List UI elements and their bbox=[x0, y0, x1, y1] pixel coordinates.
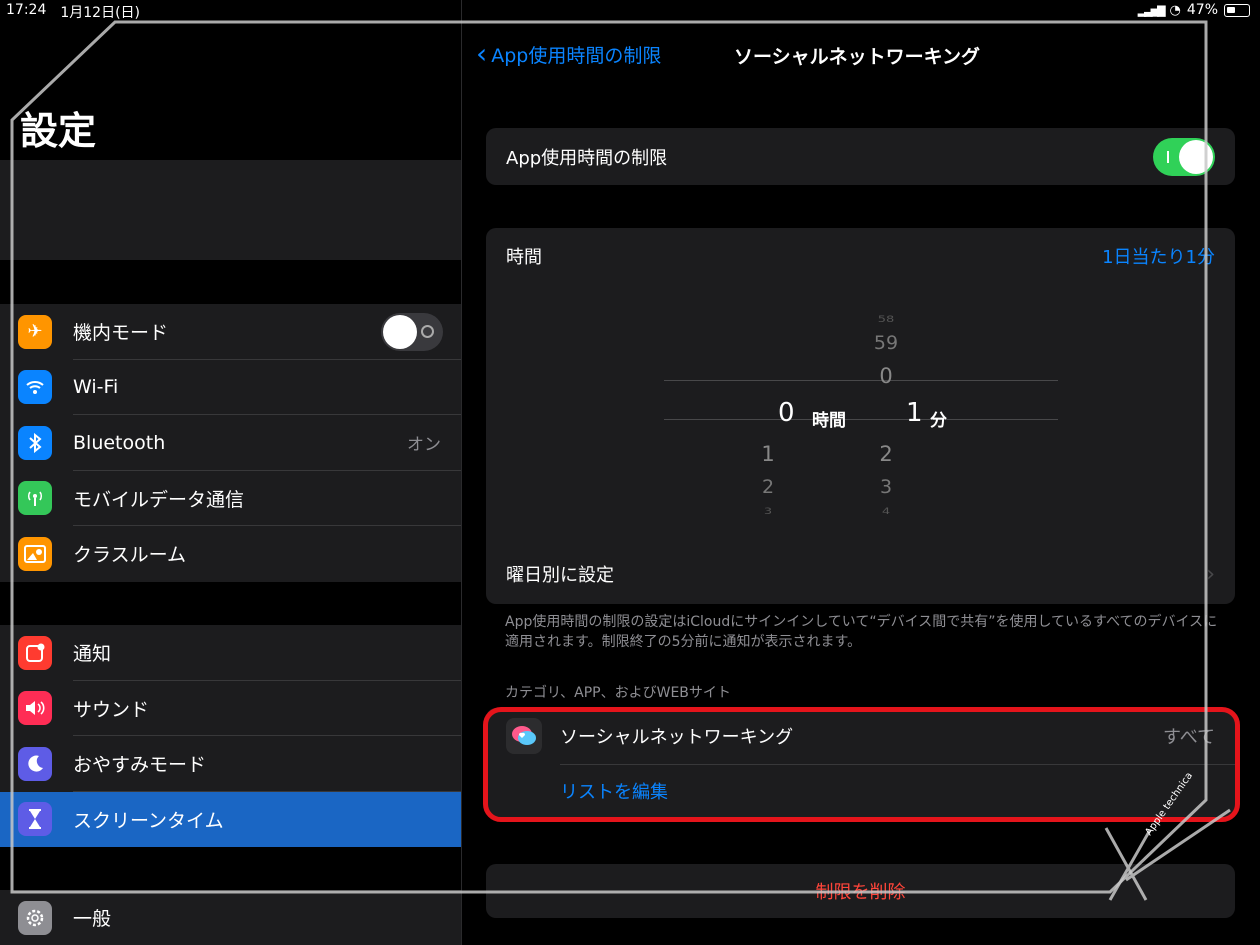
picker-hour-option: 3 bbox=[763, 506, 773, 517]
sidebar-item-sound[interactable]: サウンド bbox=[0, 681, 461, 737]
sidebar-item-label: 機内モード bbox=[73, 322, 169, 345]
picker-selection-band bbox=[664, 380, 1058, 420]
limit-label: App使用時間の制限 bbox=[506, 147, 668, 169]
moon-icon bbox=[18, 746, 52, 781]
battery-percent: 47% bbox=[1186, 2, 1218, 18]
sidebar-item-airplane[interactable]: ✈ 機内モード bbox=[0, 304, 461, 360]
page-title: ソーシャルネットワーキング bbox=[734, 46, 981, 68]
sidebar-item-cellular[interactable]: モバイルデータ通信 bbox=[0, 471, 461, 527]
sidebar-item-screen-time[interactable]: スクリーンタイム bbox=[0, 791, 461, 847]
sidebar-item-label: スクリーンタイム bbox=[73, 809, 224, 832]
sidebar-item-label: おやすみモード bbox=[73, 754, 207, 777]
gear-icon bbox=[18, 900, 52, 935]
time-row[interactable]: 時間 1日当たり1分 bbox=[486, 228, 1235, 284]
classroom-icon bbox=[18, 536, 52, 571]
chevron-left-icon: ‹ bbox=[476, 37, 488, 70]
status-time: 17:24 bbox=[6, 2, 47, 18]
sidebar-item-label: 一般 bbox=[73, 908, 112, 931]
picker-minute-option: 59 bbox=[873, 332, 899, 354]
picker-hours-selected: 0 bbox=[778, 398, 795, 428]
airplane-icon: ✈ bbox=[18, 314, 52, 349]
notification-icon bbox=[18, 635, 52, 670]
picker-hour-option: 1 bbox=[761, 442, 775, 466]
sidebar-group-connectivity: ✈ 機内モード Wi-Fi Bluetooth オン モバイルデータ通信 クラス… bbox=[0, 304, 461, 582]
back-label: App使用時間の制限 bbox=[491, 44, 662, 67]
weekday-row[interactable]: 曜日別に設定 › bbox=[486, 544, 1235, 604]
sidebar-item-label: Wi-Fi bbox=[73, 376, 119, 399]
picker-minute-option: 0 bbox=[879, 364, 893, 388]
airplane-toggle[interactable] bbox=[381, 312, 443, 351]
section-header: カテゴリ、APP、およびWEBサイト bbox=[505, 685, 731, 701]
hourglass-icon bbox=[18, 802, 52, 837]
sidebar-item-label: モバイルデータ通信 bbox=[73, 488, 245, 511]
signal-icon: ▂▃▅▇ bbox=[1137, 3, 1166, 17]
sidebar-group-notifications: 通知 サウンド おやすみモード スクリーンタイム bbox=[0, 625, 461, 847]
picker-minute-option: 58 bbox=[877, 314, 895, 325]
status-bar: 17:24 1月12日(日) ▂▃▅▇ ◔ 47% bbox=[0, 0, 1260, 22]
time-card: 時間 1日当たり1分 58 59 0 0 時間 1 分 1 2 3 2 3 4 … bbox=[486, 228, 1235, 604]
status-date: 1月12日(日) bbox=[60, 5, 141, 21]
picker-minute-option: 3 bbox=[879, 476, 893, 498]
picker-minute-option: 4 bbox=[881, 506, 891, 517]
picker-minutes-selected: 1 bbox=[906, 398, 923, 428]
antenna-icon bbox=[18, 481, 52, 516]
limit-toggle-card: App使用時間の制限 bbox=[486, 128, 1235, 185]
sidebar-item-general[interactable]: 一般 bbox=[0, 890, 461, 945]
sidebar-item-bluetooth[interactable]: Bluetooth オン bbox=[0, 415, 461, 471]
profile-card[interactable] bbox=[0, 160, 461, 260]
back-button[interactable]: ‹ App使用時間の制限 bbox=[476, 40, 661, 68]
sidebar-title: 設定 bbox=[20, 109, 97, 153]
wifi-status-icon: ◔ bbox=[1169, 2, 1181, 18]
time-picker[interactable]: 58 59 0 0 時間 1 分 1 2 3 2 3 4 bbox=[486, 284, 1235, 544]
sidebar-item-wifi[interactable]: Wi-Fi bbox=[0, 360, 461, 416]
picker-hours-unit: 時間 bbox=[812, 411, 846, 431]
sidebar: 設定 ✈ 機内モード Wi-Fi Bluetooth オン モバイルデータ通信 bbox=[0, 0, 461, 945]
time-value: 1日当たり1分 bbox=[1102, 247, 1215, 268]
wifi-icon bbox=[18, 370, 52, 405]
delete-limit-label: 制限を削除 bbox=[815, 882, 906, 903]
footnote: App使用時間の制限の設定はiCloudにサインインしていて“デバイス間で共有”… bbox=[505, 614, 1218, 650]
time-label: 時間 bbox=[506, 247, 542, 268]
bluetooth-icon bbox=[18, 425, 52, 460]
sidebar-item-notifications[interactable]: 通知 bbox=[0, 625, 461, 681]
picker-minute-option: 2 bbox=[879, 442, 893, 466]
chevron-right-icon: › bbox=[1206, 561, 1215, 587]
limit-toggle[interactable] bbox=[1153, 137, 1215, 176]
sidebar-item-label: クラスルーム bbox=[73, 544, 187, 567]
sidebar-item-label: サウンド bbox=[73, 698, 150, 721]
sidebar-item-classroom[interactable]: クラスルーム bbox=[0, 526, 461, 582]
delete-card: 制限を削除 bbox=[486, 864, 1235, 918]
highlight-annotation bbox=[483, 707, 1240, 822]
battery-icon bbox=[1224, 3, 1250, 17]
sidebar-item-label: 通知 bbox=[73, 643, 112, 666]
delete-limit-button[interactable]: 制限を削除 bbox=[486, 864, 1235, 918]
sidebar-item-do-not-disturb[interactable]: おやすみモード bbox=[0, 736, 461, 792]
speaker-icon bbox=[18, 691, 52, 726]
bluetooth-status: オン bbox=[407, 435, 441, 456]
picker-minutes-unit: 分 bbox=[930, 411, 947, 431]
sidebar-group-general: 一般 bbox=[0, 890, 461, 945]
weekday-label: 曜日別に設定 bbox=[506, 565, 614, 586]
sidebar-item-label: Bluetooth bbox=[73, 431, 166, 454]
picker-hour-option: 2 bbox=[761, 476, 775, 498]
